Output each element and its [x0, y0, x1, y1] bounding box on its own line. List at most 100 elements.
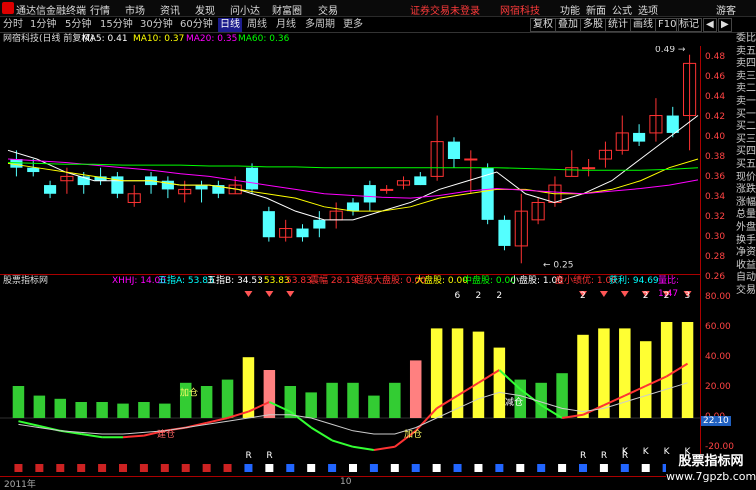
period-30min[interactable]: 30分钟 [140, 18, 173, 32]
menu-caifuquan[interactable]: 财富圈 [272, 2, 302, 17]
trend-line [373, 445, 395, 451]
menu-hangqing[interactable]: 行情 [90, 2, 110, 17]
menu-gongneng[interactable]: 功能 [560, 2, 580, 17]
indicator-bar [619, 328, 631, 418]
price-tick: 0.34 [705, 192, 726, 202]
indicator-bar [75, 402, 87, 418]
diamond-icon [265, 291, 274, 297]
quote-label: 涨跌 [736, 184, 756, 196]
quote-label: 买四 [736, 146, 756, 158]
price-tick: 0.44 [705, 92, 726, 102]
menu-gongshi[interactable]: 公式 [612, 2, 632, 17]
r-marker: R [245, 451, 251, 461]
diamond-icon [286, 291, 295, 297]
signal-square [537, 464, 546, 472]
k-marker: K [643, 447, 650, 457]
candle-down [44, 185, 57, 194]
signal-square [56, 464, 65, 472]
indicator-name: 股票指标网 [3, 276, 49, 286]
signal-square [119, 464, 127, 472]
candle-down [666, 115, 679, 133]
diamond-icon [620, 291, 629, 297]
trend-line [122, 434, 144, 439]
period-60min[interactable]: 60分钟 [180, 18, 213, 32]
tongji-button[interactable]: 统计 [605, 18, 631, 32]
price-tick: 0.40 [705, 132, 726, 142]
signal-square [139, 464, 148, 472]
trend-line [310, 426, 333, 442]
menu-xuanxiang[interactable]: 选项 [638, 2, 658, 17]
signal-square [35, 464, 44, 472]
signal-square [579, 464, 587, 472]
indicator-chart[interactable]: 加仓加仓建仓减仓R R R R RK K K K6 2 2 2 2 2 3 [0, 288, 700, 476]
quote-label: 净资 [736, 247, 756, 259]
prev-icon[interactable]: ◀ [703, 18, 717, 32]
candle-down [498, 219, 511, 246]
diamond-icon [599, 291, 608, 297]
price-tick: 0.32 [705, 212, 726, 222]
candle-down [363, 185, 376, 203]
user-label[interactable]: 游客 [716, 2, 736, 17]
period-day[interactable]: 日线 [218, 18, 242, 32]
indicator-bar [681, 322, 694, 418]
indicator-bar [200, 386, 213, 418]
quote-label: 卖三 [736, 70, 756, 82]
indicator-bar [263, 370, 276, 418]
watermark-url: www.7gpzb.com [666, 470, 756, 483]
quote-label: 交易 [736, 284, 756, 296]
login-warning[interactable]: 证券交易未登录 [410, 2, 480, 17]
period-month[interactable]: 月线 [276, 18, 296, 32]
menu-zixun[interactable]: 资讯 [160, 2, 180, 17]
indicator-value-1: 五指A: 53.83 [158, 276, 214, 286]
price-axis: 0.48 0.46 0.44 0.42 0.40 0.38 0.36 0.34 0.32 0.30… [700, 46, 736, 476]
signal-square [453, 464, 462, 472]
signal-square [265, 464, 274, 472]
trend-line [352, 445, 375, 451]
signal-square [641, 464, 650, 472]
next-icon[interactable]: ▶ [718, 18, 732, 32]
period-week[interactable]: 周线 [247, 18, 267, 32]
quote-label: 涨幅 [736, 196, 756, 208]
buy-label: 建仓 [157, 428, 175, 440]
kline-chart[interactable]: 0.49 → ← 0.25 [0, 46, 700, 272]
indicator-bar [305, 392, 317, 418]
menu-shichang[interactable]: 市场 [125, 2, 145, 17]
indicator-value-3: : 53.83 [258, 276, 290, 286]
quote-label: 卖一 [736, 95, 756, 107]
menu-wenxiaoda[interactable]: 问小达 [230, 2, 260, 17]
ma10-label: MA10: 0.37 [133, 34, 185, 44]
indicator-bar [639, 341, 652, 418]
candle-down [245, 167, 259, 190]
indicator-bar [117, 403, 129, 418]
signal-square [328, 464, 337, 472]
period-more[interactable]: 更多 [343, 18, 363, 32]
period-multi[interactable]: 多周期 [305, 18, 335, 32]
signal-square [390, 464, 399, 472]
signal-square [77, 464, 86, 472]
low-price-label: ← 0.25 [543, 260, 573, 270]
fuquan-button[interactable]: 复权 [530, 18, 556, 32]
indicator-value-5: 震幅 28.19 [310, 276, 357, 286]
duogu-button[interactable]: 多股 [580, 18, 606, 32]
diejia-button[interactable]: 叠加 [555, 18, 581, 32]
quote-label: 卖二 [736, 83, 756, 95]
indicator-bar [33, 395, 46, 418]
quote-label: 总量 [736, 209, 756, 221]
period-15min[interactable]: 15分钟 [100, 18, 133, 32]
biaoji-button[interactable]: 标记 [676, 18, 702, 32]
indicator-value-2: 五指B: 34.53 [207, 276, 263, 286]
indicator-tick: -20.00 [705, 442, 735, 452]
huaxian-button[interactable]: 画线 [630, 18, 656, 32]
period-5min[interactable]: 5分钟 [65, 18, 91, 32]
period-fenshi[interactable]: 分时 [3, 18, 23, 32]
menu-xinmian[interactable]: 新面 [586, 2, 606, 17]
trend-line [331, 439, 354, 448]
app-title: 通达信金融终端 [16, 6, 86, 17]
menu-faxian[interactable]: 发现 [195, 2, 215, 17]
menu-jiaoyi[interactable]: 交易 [318, 2, 338, 17]
candle-down [633, 132, 646, 142]
indicator-info-bar: 股票指标网 XHHJ: 14.00 五指A: 53.83 五指B: 34.53: 5… [0, 274, 700, 299]
price-tick: 0.38 [705, 152, 726, 162]
signal-square [620, 464, 629, 472]
period-1min[interactable]: 1分钟 [30, 18, 56, 32]
